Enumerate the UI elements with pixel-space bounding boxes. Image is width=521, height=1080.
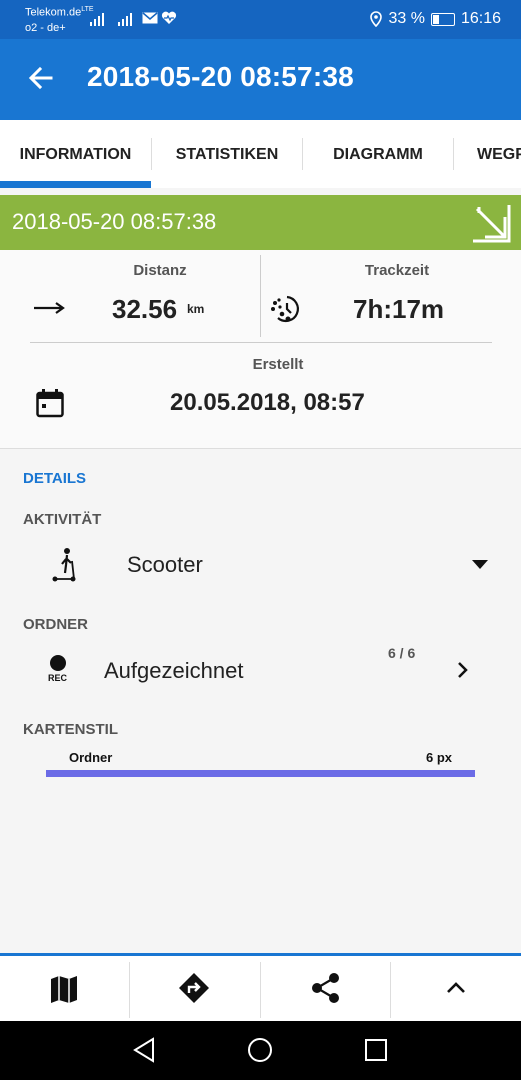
status-right: 33 % 16:16 [370, 10, 501, 28]
bottom-divider [260, 962, 261, 1018]
directions-icon[interactable] [178, 972, 210, 1004]
map-style-preview[interactable]: Ordner 6 px [46, 748, 476, 782]
bottom-divider [390, 962, 391, 1018]
activity-value: Scooter [127, 552, 203, 577]
battery-percent: 33 % [388, 10, 425, 27]
map-icon[interactable] [49, 974, 79, 1004]
folder-row[interactable]: REC Aufgezeichnet 6 / 6 [0, 640, 521, 700]
record-icon [50, 655, 66, 671]
tracktime-label: Trackzeit [364, 262, 430, 279]
back-nav-icon[interactable] [132, 1037, 156, 1063]
calendar-icon [36, 389, 64, 418]
folder-value: Aufgezeichnet [104, 658, 244, 683]
recents-nav-icon[interactable] [365, 1039, 387, 1061]
bottom-divider [129, 962, 130, 1018]
created-label: Erstellt [252, 356, 304, 373]
details-section-title: DETAILS [23, 470, 87, 487]
system-navigation-bar [0, 1021, 521, 1080]
clock: 16:16 [460, 10, 501, 27]
page-title: 2018-05-20 08:57:38 [87, 61, 354, 92]
app-bar: 2018-05-20 08:57:38 [0, 39, 521, 120]
home-nav-icon[interactable] [247, 1037, 273, 1063]
mail-icon [142, 12, 158, 24]
tab-statistiken[interactable]: STATISTIKEN [152, 120, 302, 188]
tab-information[interactable]: INFORMATION [0, 120, 151, 188]
line-style-preview [46, 770, 475, 777]
folder-count: 6 / 6 [388, 645, 416, 661]
scooter-icon [52, 548, 76, 582]
created-value: 20.05.2018, 08:57 [170, 389, 365, 416]
tab-wegpunkte[interactable]: WEGP [477, 120, 521, 188]
activity-label: AKTIVITÄT [23, 511, 102, 528]
summary-divider [260, 255, 261, 337]
health-icon [161, 11, 177, 24]
timer-icon [271, 295, 299, 323]
tab-bar: INFORMATION STATISTIKEN DIAGRAMM WEGP [0, 120, 521, 188]
activity-selector[interactable]: Scooter [0, 535, 521, 595]
carrier-primary: Telekom.deLTE [25, 6, 94, 19]
track-summary: Distanz 32.56 km Trackzeit 7h:17m Erstel… [0, 250, 521, 449]
map-style-label: KARTENSTIL [23, 721, 118, 738]
distance-value: 32.56 [112, 294, 178, 324]
distance-label: Distanz [133, 262, 187, 279]
chevron-up-icon[interactable] [446, 980, 466, 994]
arrow-right-icon [34, 302, 65, 314]
line-width: 6 px [425, 750, 452, 765]
folder-label: ORDNER [23, 616, 89, 633]
expand-icon[interactable] [471, 203, 511, 243]
arrow-back-icon[interactable] [26, 63, 56, 93]
distance-unit: km [187, 302, 205, 316]
line-name: Ordner [69, 750, 113, 765]
rec-label: REC [48, 673, 68, 683]
dropdown-arrow-icon [472, 560, 488, 569]
summary-divider-h [30, 342, 492, 343]
tab-divider [453, 138, 454, 170]
chevron-right-icon [458, 662, 468, 678]
battery-icon [430, 12, 455, 26]
track-header-title: 2018-05-20 08:57:38 [12, 209, 217, 234]
bottom-action-bar [0, 953, 521, 1024]
carrier-secondary: o2 - de+ [25, 22, 66, 34]
share-icon[interactable] [311, 972, 341, 1004]
track-header-bar: 2018-05-20 08:57:38 [0, 195, 521, 250]
tab-indicator [0, 181, 151, 188]
status-bar: Telekom.deLTE o2 - de+ 33 % 16:16 [0, 0, 521, 39]
location-icon [370, 11, 383, 27]
tracktime-value: 7h:17m [353, 294, 445, 324]
signal-icon [90, 13, 132, 26]
tab-diagramm[interactable]: DIAGRAMM [303, 120, 453, 188]
